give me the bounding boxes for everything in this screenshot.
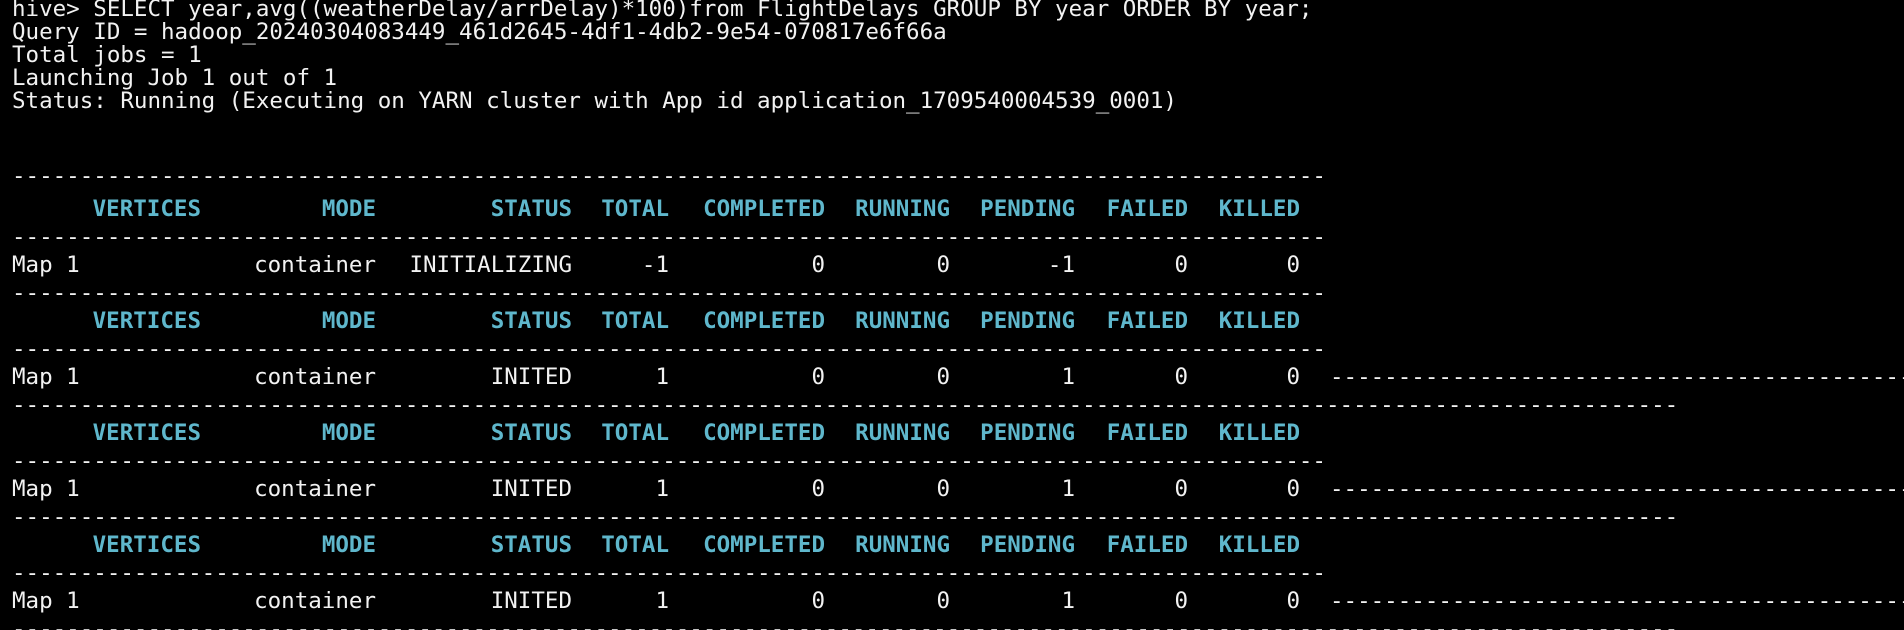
header-failed: FAILED xyxy=(1106,420,1188,446)
cell-killed: 0 xyxy=(1286,588,1300,614)
header-status: STATUS xyxy=(490,532,572,558)
separator-line: ----------------------------------------… xyxy=(12,224,1327,250)
cell-vertex: Map 1 xyxy=(12,588,80,614)
header-vertices: VERTICES xyxy=(92,532,201,558)
header-pending: PENDING xyxy=(980,308,1075,334)
progress-header-row: VERTICES MODE STATUS TOTAL COMPLETED RUNNING P… xyxy=(0,419,1904,447)
header-killed: KILLED xyxy=(1218,532,1300,558)
header-mode: MODE xyxy=(321,308,376,334)
cell-running: 0 xyxy=(936,252,950,278)
header-running: RUNNING xyxy=(855,196,950,222)
separator-line: ----------------------------------------… xyxy=(12,163,1327,189)
cell-running: 0 xyxy=(936,364,950,390)
separator-line: ----------------------------------------… xyxy=(12,448,1327,474)
cell-pending: 1 xyxy=(1061,476,1075,502)
header-killed: KILLED xyxy=(1218,420,1300,446)
cell-killed: 0 xyxy=(1286,476,1300,502)
cell-mode: container xyxy=(254,252,376,278)
cell-pending: -1 xyxy=(1047,252,1075,278)
header-completed: COMPLETED xyxy=(703,196,825,222)
separator-line: ----------------------------------------… xyxy=(12,336,1327,362)
separator-line: ----------------------------------------… xyxy=(12,280,1327,306)
progress-header-row: VERTICES MODE STATUS TOTAL COMPLETED RUNNING P… xyxy=(0,195,1904,223)
separator-line: ----------------------------------------… xyxy=(12,616,1677,630)
header-vertices: VERTICES xyxy=(92,196,201,222)
cell-completed: 0 xyxy=(811,364,825,390)
header-status: STATUS xyxy=(490,308,572,334)
header-pending: PENDING xyxy=(980,196,1075,222)
header-running: RUNNING xyxy=(855,308,950,334)
cell-vertex: Map 1 xyxy=(12,476,80,502)
header-mode: MODE xyxy=(321,420,376,446)
header-total: TOTAL xyxy=(601,196,669,222)
cell-status: INITED xyxy=(490,588,572,614)
cell-running: 0 xyxy=(936,476,950,502)
cell-mode: container xyxy=(254,588,376,614)
cell-mode: container xyxy=(254,476,376,502)
separator-line: ----------------------------------------… xyxy=(12,504,1677,530)
cell-pending: 1 xyxy=(1061,364,1075,390)
cell-total: -1 xyxy=(641,252,669,278)
cell-vertex: Map 1 xyxy=(12,364,80,390)
header-status: STATUS xyxy=(490,420,572,446)
header-failed: FAILED xyxy=(1106,308,1188,334)
cell-total: 1 xyxy=(655,364,669,390)
cell-failed: 0 xyxy=(1174,252,1188,278)
cell-failed: 0 xyxy=(1174,476,1188,502)
header-completed: COMPLETED xyxy=(703,308,825,334)
header-running: RUNNING xyxy=(855,532,950,558)
progress-header-row: VERTICES MODE STATUS TOTAL COMPLETED RUNNING P… xyxy=(0,531,1904,559)
header-completed: COMPLETED xyxy=(703,532,825,558)
header-total: TOTAL xyxy=(601,308,669,334)
terminal-window[interactable]: hive> SELECT year,avg((weatherDelay/arrD… xyxy=(0,0,1904,630)
progress-row: Map 1 container INITIALIZING -1 0 0 -1 0 0 xyxy=(0,251,1904,279)
header-running: RUNNING xyxy=(855,420,950,446)
header-pending: PENDING xyxy=(980,532,1075,558)
cell-pending: 1 xyxy=(1061,588,1075,614)
cell-killed: 0 xyxy=(1286,364,1300,390)
cell-total: 1 xyxy=(655,588,669,614)
separator-line: ----------------------------------------… xyxy=(12,560,1327,586)
cell-mode: container xyxy=(254,364,376,390)
separator-line: ----------------------------------------… xyxy=(12,392,1677,418)
header-pending: PENDING xyxy=(980,420,1075,446)
cell-completed: 0 xyxy=(811,588,825,614)
cell-failed: 0 xyxy=(1174,364,1188,390)
cell-completed: 0 xyxy=(811,252,825,278)
header-total: TOTAL xyxy=(601,420,669,446)
cell-status: INITED xyxy=(490,476,572,502)
cell-status: INITED xyxy=(490,364,572,390)
cell-running: 0 xyxy=(936,588,950,614)
separator-line: ----------------------------------------… xyxy=(1330,588,1904,614)
status-line: Status: Running (Executing on YARN clust… xyxy=(12,88,1177,114)
header-vertices: VERTICES xyxy=(92,308,201,334)
separator-line: ----------------------------------------… xyxy=(1330,364,1904,390)
progress-header-row: VERTICES MODE STATUS TOTAL COMPLETED RUNNING P… xyxy=(0,307,1904,335)
header-status: STATUS xyxy=(490,196,572,222)
header-completed: COMPLETED xyxy=(703,420,825,446)
cell-killed: 0 xyxy=(1286,252,1300,278)
header-failed: FAILED xyxy=(1106,532,1188,558)
header-total: TOTAL xyxy=(601,532,669,558)
header-mode: MODE xyxy=(321,196,376,222)
header-killed: KILLED xyxy=(1218,308,1300,334)
cell-status: INITIALIZING xyxy=(409,252,572,278)
cell-completed: 0 xyxy=(811,476,825,502)
header-killed: KILLED xyxy=(1218,196,1300,222)
header-failed: FAILED xyxy=(1106,196,1188,222)
header-mode: MODE xyxy=(321,532,376,558)
header-vertices: VERTICES xyxy=(92,420,201,446)
separator-line: ----------------------------------------… xyxy=(1330,476,1904,502)
cell-failed: 0 xyxy=(1174,588,1188,614)
cell-vertex: Map 1 xyxy=(12,252,80,278)
cell-total: 1 xyxy=(655,476,669,502)
